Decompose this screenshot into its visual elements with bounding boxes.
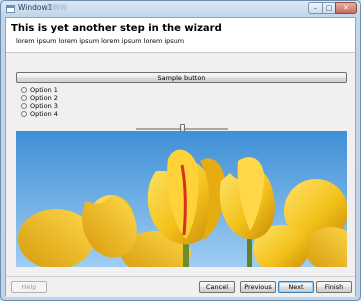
option-label: Option 2 [30,94,58,102]
minimize-icon[interactable]: – [308,2,323,14]
option-label: Option 1 [30,86,58,94]
tulips-picture [16,131,347,267]
title-bar[interactable]: Window1 WWW – □ ✕ [1,1,360,17]
finish-button[interactable]: Finish [316,281,352,293]
previous-button[interactable]: Previous [240,281,276,293]
option-2-radio[interactable]: Option 2 [21,94,58,102]
radio-circle[interactable] [21,103,27,109]
radio-circle[interactable] [21,111,27,117]
close-icon[interactable]: ✕ [335,2,357,14]
radio-circle[interactable] [21,87,27,93]
tulips-image [16,131,347,267]
page-description: lorem ipsum lorem ipsum lorem ipsum lore… [16,37,185,45]
wizard-window: Window1 WWW – □ ✕ This is yet another st… [0,0,361,301]
wizard-footer: Help Cancel Previous Next Finish [6,276,355,297]
window-title-ghost: WWW [45,3,68,12]
wizard-header: This is yet another step in the wizard l… [6,18,355,53]
next-button[interactable]: Next [278,281,314,293]
sample-button[interactable]: Sample button [16,72,347,83]
radio-circle[interactable] [21,95,27,101]
maximize-icon[interactable]: □ [322,2,336,14]
app-window-icon[interactable] [6,5,15,13]
help-button[interactable]: Help [11,281,47,293]
cancel-button[interactable]: Cancel [199,281,235,293]
page-title: This is yet another step in the wizard [11,23,222,34]
option-1-radio[interactable]: Option 1 [21,86,58,94]
option-label: Option 4 [30,110,58,118]
wizard-client-area: This is yet another step in the wizard l… [5,17,356,297]
option-3-radio[interactable]: Option 3 [21,102,58,110]
option-label: Option 3 [30,102,58,110]
option-4-radio[interactable]: Option 4 [21,110,58,118]
option-radio-group: Option 1 Option 2 Option 3 Option 4 [21,86,58,118]
